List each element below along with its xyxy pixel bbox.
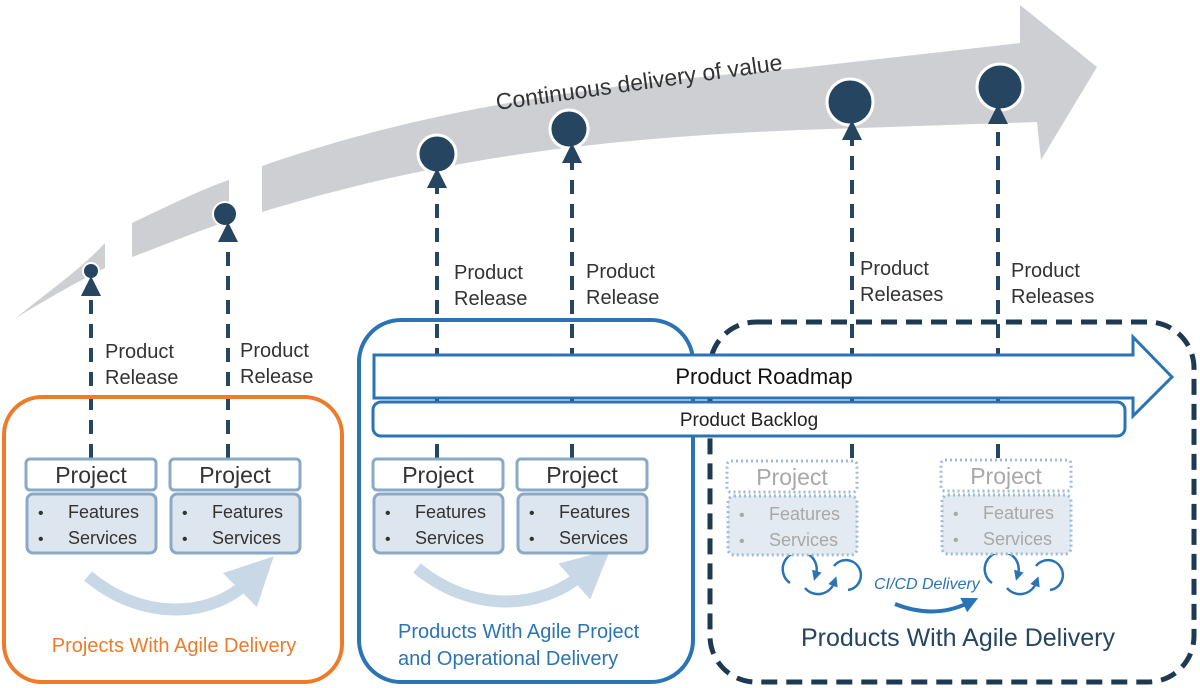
value-delivery-arrow: Continuous delivery of value: [16, 5, 1097, 318]
bullet-icon: •: [529, 531, 535, 548]
project-item: Services: [559, 528, 628, 548]
project-title: Project: [55, 462, 127, 488]
project-item: Features: [415, 502, 486, 522]
product-backlog: Product Backlog: [371, 400, 1127, 438]
cicd-cycle-icon: [983, 550, 1065, 596]
project-card: Project • Features • Services: [725, 459, 859, 557]
release-label: Release: [240, 366, 313, 388]
group-title: Products With Agile Project: [398, 621, 640, 643]
release-label: Product: [860, 258, 929, 280]
group-title: and Operational Delivery: [398, 648, 618, 670]
project-item: Features: [769, 504, 840, 524]
bullet-icon: •: [953, 506, 959, 523]
bullet-icon: •: [385, 505, 391, 522]
project-item: Features: [559, 502, 630, 522]
bullet-icon: •: [182, 531, 188, 548]
project-title: Project: [546, 462, 618, 488]
project-card: Project • Features • Services: [24, 457, 158, 555]
project-item: Services: [983, 529, 1052, 549]
group-title: Projects With Agile Delivery: [52, 635, 297, 657]
project-item: Services: [212, 528, 281, 548]
value-arrow-segment: [262, 5, 1097, 212]
release-dot: [548, 108, 590, 150]
release-label: Product: [586, 261, 655, 283]
project-card: Project • Features • Services: [168, 457, 302, 555]
backlog-label: Product Backlog: [680, 410, 818, 431]
bullet-icon: •: [953, 532, 959, 549]
flow-arrow-icon: [84, 556, 274, 616]
bullet-icon: •: [529, 505, 535, 522]
project-item: Services: [769, 530, 838, 550]
bullet-icon: •: [739, 507, 745, 524]
release-label: Product: [105, 341, 174, 363]
bullet-icon: •: [739, 533, 745, 550]
release-label: Release: [105, 367, 178, 389]
release-dot: [212, 201, 238, 227]
bullet-icon: •: [38, 531, 44, 548]
release-label: Product: [240, 340, 309, 362]
release-label: Product: [1011, 260, 1080, 282]
cicd-cycle-icon: [781, 550, 863, 596]
release-dot: [416, 133, 458, 175]
release-label: Releases: [1011, 286, 1094, 308]
project-item: Features: [983, 503, 1054, 523]
release-label: Releases: [860, 284, 943, 306]
project-cards: Project • Features • Services Project • Feature…: [24, 457, 1073, 557]
project-card: Project • Features • Services: [515, 457, 649, 555]
bullet-icon: •: [182, 505, 188, 522]
cicd-label: CI/CD Delivery: [874, 576, 981, 593]
project-title: Project: [756, 464, 828, 490]
bullet-icon: •: [385, 531, 391, 548]
project-item: Features: [68, 502, 139, 522]
flow-arrow-icon: [413, 549, 611, 608]
release-dot: [82, 262, 100, 280]
project-item: Features: [212, 502, 283, 522]
project-card: Project • Features • Services: [939, 458, 1073, 556]
bullet-icon: •: [38, 505, 44, 522]
project-item: Services: [415, 528, 484, 548]
release-dot: [975, 62, 1025, 112]
roadmap-label: Product Roadmap: [675, 364, 852, 389]
release-label: Release: [586, 287, 659, 309]
release-label: Release: [454, 288, 527, 310]
group-title: Products With Agile Delivery: [801, 624, 1116, 652]
release-dot: [825, 77, 875, 127]
project-title: Project: [402, 462, 474, 488]
project-card: Project • Features • Services: [371, 457, 505, 555]
release-label: Product: [454, 262, 523, 284]
project-item: Services: [68, 528, 137, 548]
cicd-flow-arrow-icon: [894, 597, 979, 614]
agile-delivery-diagram: Continuous delivery of value Product Rel…: [2, 5, 1197, 685]
project-title: Project: [199, 462, 271, 488]
project-title: Project: [970, 463, 1042, 489]
